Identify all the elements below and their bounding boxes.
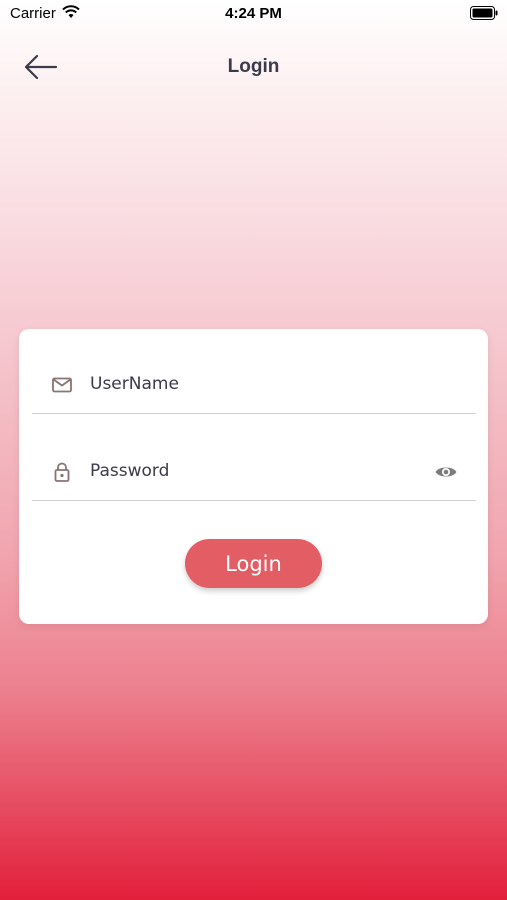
password-input[interactable] [90, 456, 420, 486]
lock-icon [51, 461, 73, 483]
password-field [32, 444, 476, 501]
username-field [32, 357, 476, 414]
page-title: Login [227, 56, 280, 77]
eye-icon[interactable] [434, 461, 458, 483]
username-input[interactable] [90, 369, 420, 399]
battery-icon [470, 6, 498, 25]
mail-icon [51, 374, 73, 396]
login-card: Login [19, 329, 488, 624]
login-button[interactable]: Login [185, 539, 322, 588]
status-time: 4:24 PM [225, 5, 282, 22]
status-bar: Carrier 4:24 PM [0, 0, 507, 28]
